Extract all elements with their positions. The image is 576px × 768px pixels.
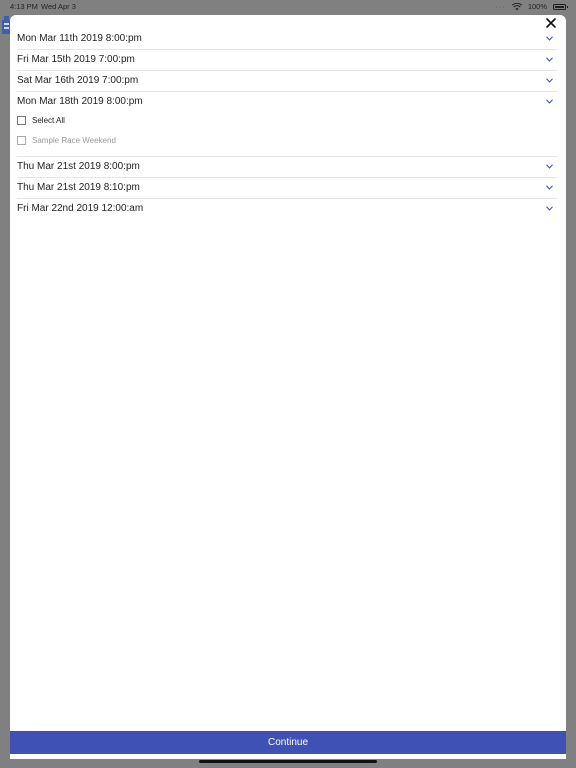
chevron-down-icon (546, 57, 553, 62)
date-label: Fri Mar 22nd 2019 12:00:am (17, 203, 144, 214)
status-bar: 4:13 PM Wed Apr 3 ··· 100% (0, 0, 576, 14)
chevron-down-icon (546, 206, 553, 211)
date-label: Mon Mar 11th 2019 8:00:pm (17, 33, 142, 44)
expanded-options: Select All Sample Race Weekend (17, 112, 558, 157)
wifi-icon (511, 2, 522, 10)
chevron-down-icon (546, 99, 553, 104)
sample-event-checkbox[interactable] (17, 135, 26, 145)
date-row[interactable]: Mon Mar 11th 2019 8:00:pm (17, 29, 558, 50)
date-row[interactable]: Fri Mar 15th 2019 7:00:pm (17, 50, 558, 71)
date-row[interactable]: Thu Mar 21st 2019 8:00:pm (17, 157, 558, 178)
date-selection-modal: Mon Mar 11th 2019 8:00:pm Fri Mar 15th 2… (10, 15, 566, 759)
date-list: Mon Mar 11th 2019 8:00:pm Fri Mar 15th 2… (10, 29, 566, 219)
status-right: ··· 100% (495, 2, 568, 11)
date-label: Fri Mar 15th 2019 7:00:pm (17, 54, 135, 65)
chevron-down-icon (546, 36, 553, 41)
status-time: 4:13 PM (10, 2, 38, 11)
signal-dots: ··· (495, 2, 506, 11)
continue-button[interactable]: Continue (10, 731, 566, 754)
battery-icon (553, 3, 568, 10)
battery-percent: 100% (527, 2, 547, 11)
select-all-label: Select All (32, 115, 65, 125)
chevron-down-icon (546, 78, 553, 83)
chevron-down-icon (546, 185, 553, 190)
date-row[interactable]: Fri Mar 22nd 2019 12:00:am (17, 199, 558, 219)
status-date: Wed Apr 3 (41, 2, 76, 11)
sample-event-label: Sample Race Weekend (32, 135, 116, 145)
date-label: Thu Mar 21st 2019 8:00:pm (17, 161, 140, 172)
date-label: Thu Mar 21st 2019 8:10:pm (17, 182, 140, 193)
date-row-expanded[interactable]: Mon Mar 18th 2019 8:00:pm (17, 92, 558, 112)
home-indicator[interactable] (199, 760, 377, 763)
date-label: Mon Mar 18th 2019 8:00:pm (17, 96, 143, 107)
chevron-down-icon (546, 164, 553, 169)
date-row[interactable]: Sat Mar 16th 2019 7:00:pm (17, 71, 558, 92)
select-all-option[interactable]: Select All (17, 114, 65, 126)
date-row[interactable]: Thu Mar 21st 2019 8:10:pm (17, 178, 558, 199)
date-label: Sat Mar 16th 2019 7:00:pm (17, 75, 139, 86)
select-all-checkbox[interactable] (17, 115, 26, 125)
sample-event-option[interactable]: Sample Race Weekend (17, 134, 116, 146)
close-icon[interactable] (544, 16, 558, 30)
